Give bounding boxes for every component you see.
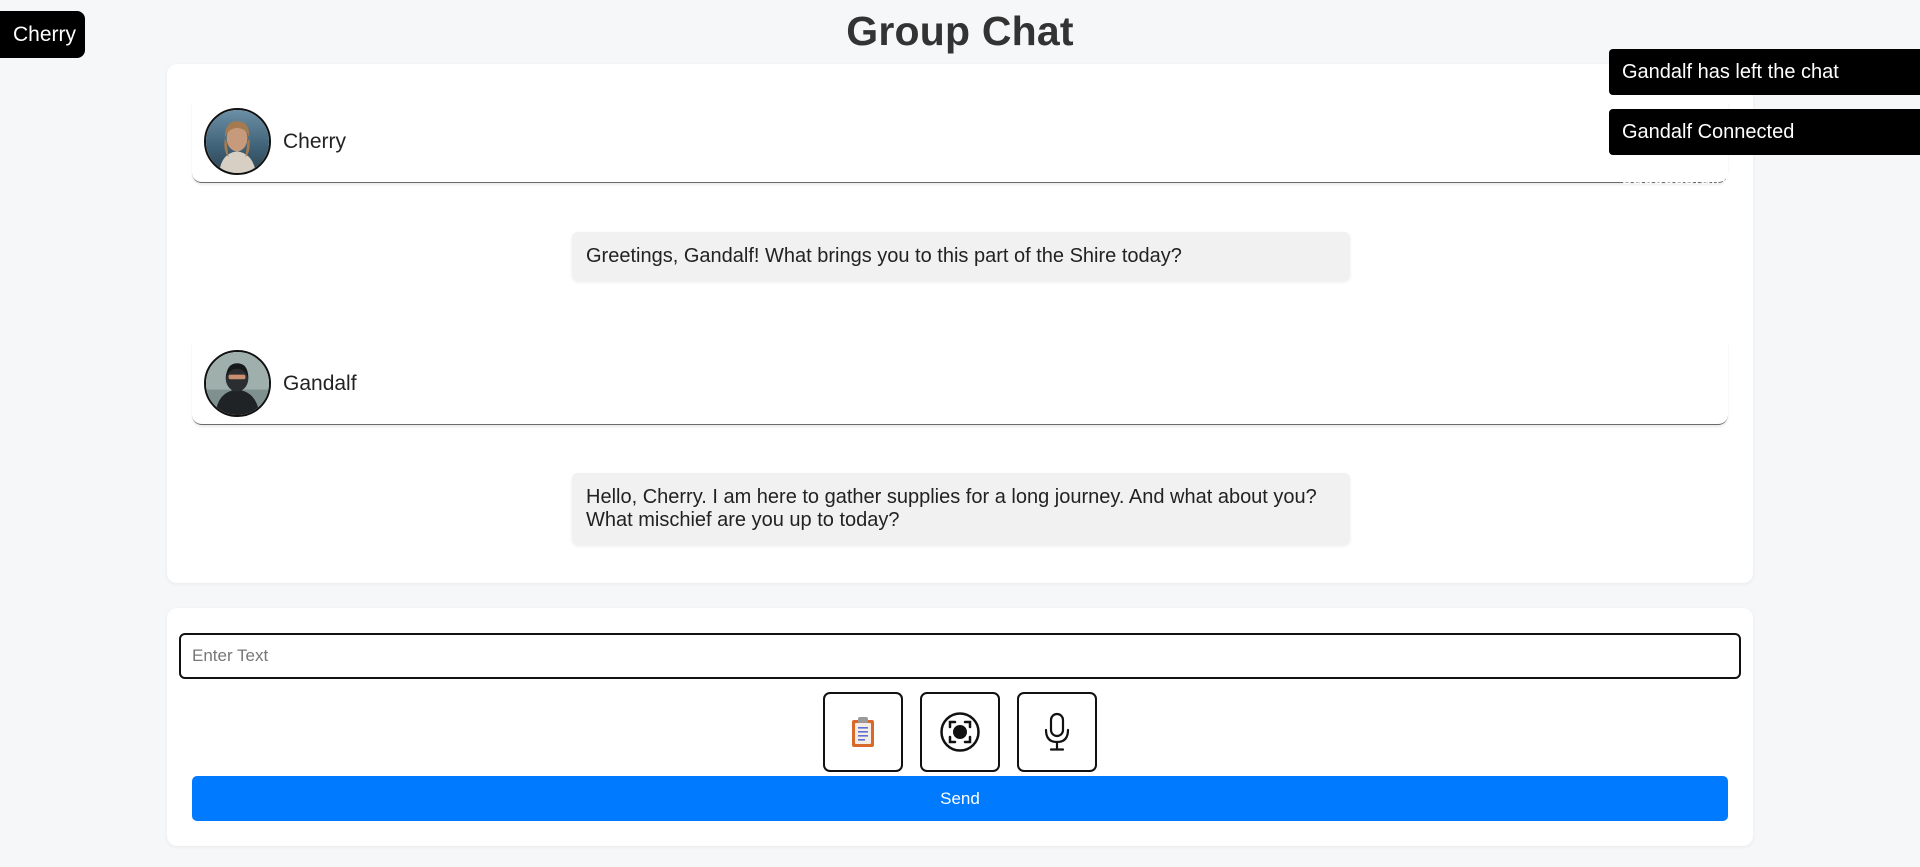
message-sender-header: Gandalf	[192, 343, 1728, 425]
sender-name: Cherry	[283, 129, 347, 153]
messages-panel: Cherry Greetings, Gandalf! What brings y…	[167, 64, 1753, 583]
microphone-button[interactable]	[1017, 692, 1097, 772]
clipboard-button[interactable]	[823, 692, 903, 772]
page-title: Group Chat	[846, 8, 1074, 54]
avatar	[204, 350, 271, 417]
send-button[interactable]: Send	[192, 776, 1728, 821]
message-input[interactable]	[179, 633, 1741, 679]
clipboard-icon	[852, 717, 874, 747]
message-bubble: Hello, Cherry. I am here to gather suppl…	[572, 473, 1350, 545]
message-sender-header: Cherry	[192, 101, 1728, 183]
notification-toast: Gandalf has left the chat	[1609, 49, 1920, 95]
message-bubble: Greetings, Gandalf! What brings you to t…	[572, 232, 1350, 281]
page: Cherry Group Chat Cherry Greetings, Gand…	[0, 0, 1920, 867]
microphone-icon	[1044, 712, 1070, 751]
avatar	[204, 108, 271, 175]
screen-capture-icon	[940, 712, 980, 752]
sender-name: Gandalf	[283, 371, 357, 395]
user-photo-icon	[206, 110, 269, 173]
notification-toast: Gandalf Connected successfully	[1609, 109, 1920, 189]
user-photo-icon	[206, 352, 269, 415]
screen-capture-button[interactable]	[920, 692, 1000, 772]
message-composer: Send	[167, 608, 1753, 846]
